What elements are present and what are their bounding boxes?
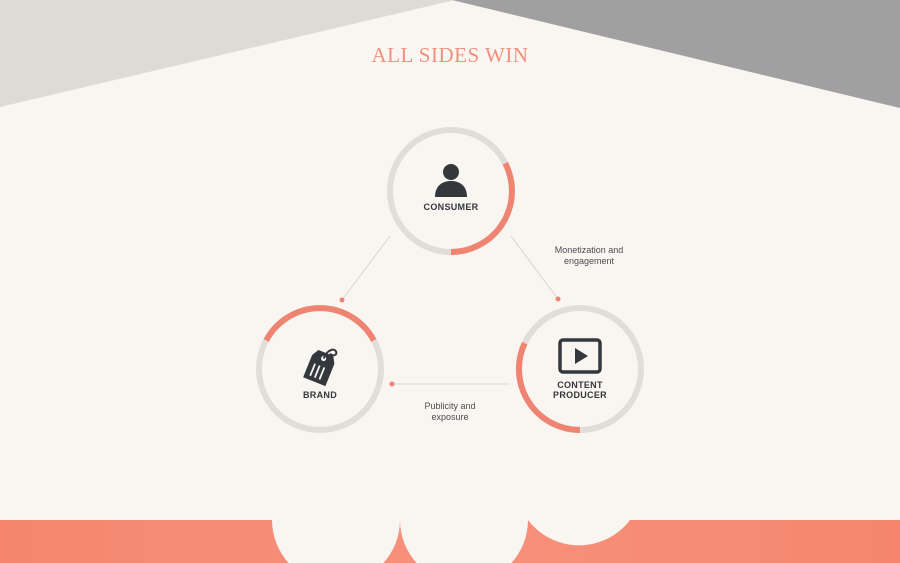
- content-producer-label-line2: PRODUCER: [553, 390, 607, 400]
- edge-label-publicity-line2: exposure: [431, 412, 469, 422]
- brand-label: BRAND: [303, 390, 337, 400]
- content-producer-label: CONTENT PRODUCER: [530, 380, 630, 400]
- connector-dot-brand-bottom: [389, 381, 395, 387]
- connector-dot-producer: [555, 296, 561, 302]
- page-title: ALL SIDES WIN: [371, 43, 529, 67]
- footer-band: [0, 520, 900, 563]
- video-play-icon: [558, 338, 602, 374]
- person-icon: [435, 164, 467, 197]
- consumer-label: CONSUMER: [423, 202, 479, 212]
- edge-label-monetization: Monetization and engagement: [529, 245, 649, 267]
- edge-label-publicity: Publicity and exposure: [390, 401, 510, 423]
- price-tag-icon: [303, 348, 338, 387]
- connector-consumer-brand: [341, 235, 391, 301]
- edge-label-monetization-line1: Monetization and: [554, 245, 624, 255]
- edge-label-publicity-line1: Publicity and: [424, 401, 476, 411]
- edge-label-monetization-line2: engagement: [563, 256, 615, 266]
- connector-dot-brand: [339, 297, 345, 303]
- content-producer-label-line1: CONTENT: [557, 380, 603, 390]
- background-graphics: [0, 0, 900, 563]
